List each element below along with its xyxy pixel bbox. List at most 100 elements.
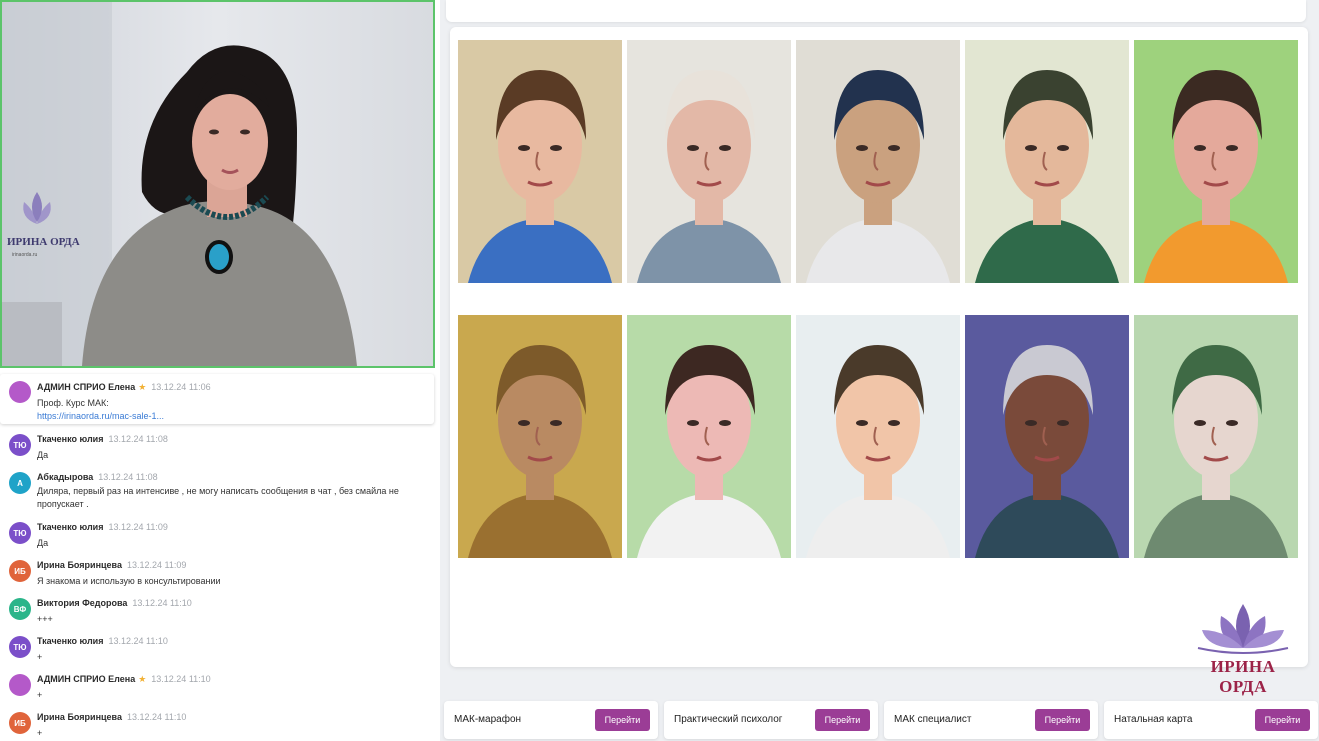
portrait-card[interactable] (796, 40, 960, 283)
speaker-video-frame: ИРИНА ОРДА irinaorda.ru (2, 2, 433, 366)
message-time: 13.12.24 11:10 (132, 598, 192, 608)
brand-logo: ИРИНА ОРДА (1188, 602, 1298, 696)
message-header: Ирина Бояринцева 13.12.24 11:09 (37, 560, 186, 570)
avatar: ТЮ (9, 636, 31, 658)
chat-message: АДМИН СПРИО Елена ★ 13.12.24 11:10 + (0, 672, 440, 708)
author-name: Ткаченко юлия (37, 636, 104, 646)
portrait-card[interactable] (458, 315, 622, 558)
chat-message: А Абкадырова 13.12.24 11:08 Диляра, первы… (0, 470, 440, 516)
message-time: 13.12.24 11:10 (151, 674, 211, 684)
portrait-image (627, 40, 791, 283)
course-card-practical-psychologist: Практический психолог Перейти (664, 701, 878, 739)
left-panel: ИРИНА ОРДА irinaorda.ru АДМИН СПРИО Елен… (0, 0, 440, 741)
go-button-natal-chart[interactable]: Перейти (1255, 709, 1310, 731)
avatar (9, 674, 31, 696)
portrait-card[interactable] (1134, 315, 1298, 558)
portrait-image (458, 315, 622, 558)
go-button-practical-psychologist[interactable]: Перейти (815, 709, 870, 731)
course-label: Натальная карта (1114, 714, 1193, 725)
message-text: Я знакома и использую в консультировании (37, 576, 221, 586)
chat-message: ТЮ Ткаченко юлия 13.12.24 11:09 Да (0, 520, 440, 556)
message-text: + (37, 728, 43, 738)
message-header: Ткаченко юлия 13.12.24 11:10 (37, 636, 168, 646)
portrait-card[interactable] (458, 40, 622, 283)
star-icon: ★ (138, 674, 147, 684)
message-time: 13.12.24 11:08 (108, 434, 168, 444)
course-label: МАК-марафон (454, 714, 522, 725)
courses-bar: МАК-марафон Перейти Практический психоло… (441, 697, 1319, 741)
portrait-card[interactable] (627, 315, 791, 558)
message-time: 13.12.24 11:09 (108, 522, 168, 532)
course-card-natal-chart: Натальная карта Перейти (1104, 701, 1318, 739)
portrait-card[interactable] (965, 315, 1129, 558)
message-time: 13.12.24 11:09 (126, 560, 187, 570)
chat-message: ТЮ Ткаченко юлия 13.12.24 11:10 + (0, 634, 440, 670)
lotus-icon (1197, 604, 1289, 654)
course-card-mak-marathon: МАК-марафон Перейти (444, 701, 658, 739)
slide-top-strip (446, 0, 1306, 22)
star-icon: ★ (138, 382, 147, 392)
author-name: Виктория Федорова (37, 598, 128, 608)
author-name: Ткаченко юлия (37, 522, 104, 532)
message-text: Проф. Курс МАК: https://irinaorda.ru/mac… (37, 397, 422, 423)
course-card-mak-specialist: МАК специалист Перейти (884, 701, 1098, 739)
speaker-video[interactable]: ИРИНА ОРДА irinaorda.ru (0, 0, 435, 368)
portrait-image (1134, 40, 1298, 283)
message-time: 13.12.24 11:10 (126, 712, 187, 722)
message-text: +++ (37, 614, 53, 624)
presentation-panel: ИРИНА ОРДА МАК-марафон Перейти Практичес… (441, 0, 1319, 741)
message-link[interactable]: https://irinaorda.ru/mac-sale-1... (37, 410, 422, 423)
avatar: ТЮ (9, 522, 31, 544)
avatar: ИБ (9, 560, 31, 582)
go-button-mak-specialist[interactable]: Перейти (1035, 709, 1090, 731)
brand-name: ИРИНА ОРДА (1210, 657, 1276, 696)
chat-message: ИБ Ирина Бояринцева 13.12.24 11:09 Я знак… (0, 558, 440, 594)
portrait-card[interactable] (1134, 40, 1298, 283)
message-header: Ткаченко юлия 13.12.24 11:09 (37, 522, 168, 532)
message-time: 13.12.24 11:06 (151, 382, 211, 392)
chat-feed[interactable]: АДМИН СПРИО Елена ★ 13.12.24 11:06 Проф. К… (0, 372, 440, 741)
chat-message-pinned: АДМИН СПРИО Елена ★ 13.12.24 11:06 Проф. К… (0, 374, 434, 424)
message-text: Да (37, 450, 49, 460)
course-label: МАК специалист (894, 714, 972, 725)
author-name: Абкадырова (37, 472, 94, 482)
message-header: АДМИН СПРИО Елена ★ 13.12.24 11:06 (37, 382, 211, 393)
portrait-image (627, 315, 791, 558)
svg-text:ИРИНА ОРДА: ИРИНА ОРДА (7, 236, 80, 248)
message-text: Диляра, первый раз на интенсиве , не мог… (37, 486, 399, 509)
message-header: АДМИН СПРИО Елена ★ 13.12.24 11:10 (37, 674, 211, 685)
author-name: Ирина Бояринцева (37, 712, 122, 722)
avatar: А (9, 472, 31, 494)
author-name: АДМИН СПРИО Елена (37, 382, 136, 392)
presentation-slide: ИРИНА ОРДА (450, 27, 1308, 696)
portrait-image (458, 40, 622, 283)
chat-message: ИБ Ирина Бояринцева 13.12.24 11:10 + (0, 710, 440, 741)
portrait-card[interactable] (796, 315, 960, 558)
message-header: Ирина Бояринцева 13.12.24 11:10 (37, 712, 186, 722)
portrait-image (796, 40, 960, 283)
avatar: ВФ (9, 598, 31, 620)
message-header: Абкадырова 13.12.24 11:08 (37, 472, 158, 482)
portrait-image (1134, 315, 1298, 558)
avatar: ИБ (9, 712, 31, 734)
author-name: Ирина Бояринцева (37, 560, 122, 570)
message-text: Да (37, 538, 49, 548)
message-header: Виктория Федорова 13.12.24 11:10 (37, 598, 192, 608)
app-root: ИРИНА ОРДА irinaorda.ru АДМИН СПРИО Елен… (0, 0, 1319, 741)
author-name: АДМИН СПРИО Елена (37, 674, 136, 684)
portrait-card[interactable] (965, 40, 1129, 283)
avatar: ТЮ (9, 434, 31, 456)
message-time: 13.12.24 11:08 (98, 472, 158, 482)
course-label: Практический психолог (674, 714, 783, 725)
go-button-mak-marathon[interactable]: Перейти (595, 709, 650, 731)
chat-message: ТЮ Ткаченко юлия 13.12.24 11:08 Да (0, 432, 440, 468)
portrait-card[interactable] (627, 40, 791, 283)
portrait-image (965, 40, 1129, 283)
portrait-image (796, 315, 960, 558)
message-header: Ткаченко юлия 13.12.24 11:08 (37, 434, 168, 444)
avatar (9, 381, 31, 403)
message-text: + (37, 690, 43, 700)
message-text: + (37, 652, 43, 662)
svg-text:irinaorda.ru: irinaorda.ru (12, 252, 38, 258)
portrait-image (965, 315, 1129, 558)
